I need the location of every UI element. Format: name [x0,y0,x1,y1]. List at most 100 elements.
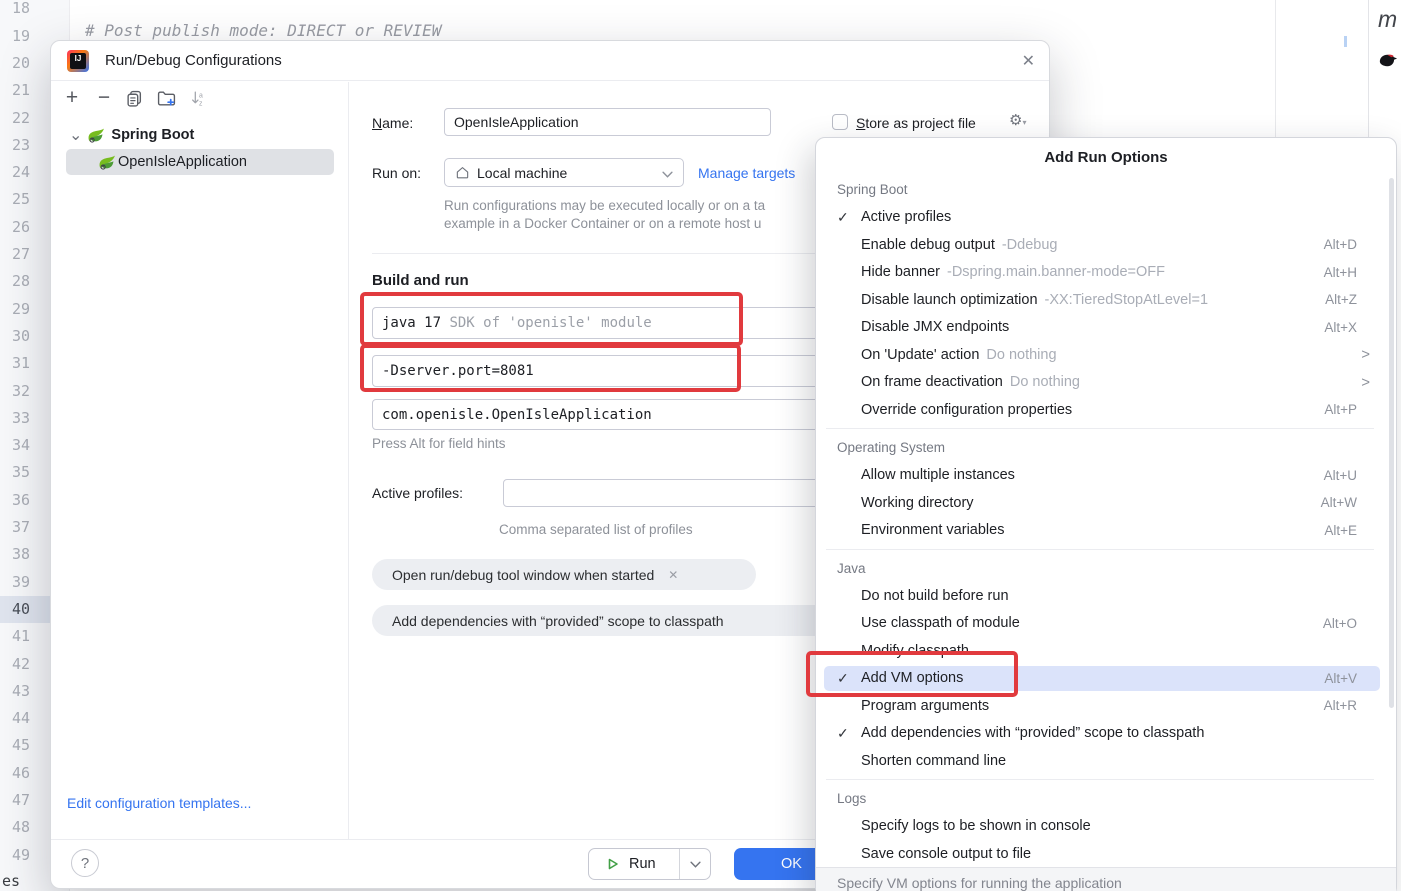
line-number: 23 [0,132,30,159]
menu-item-on-update-action[interactable]: On 'Update' action Do nothing > [816,341,1396,369]
line-number: 35 [0,459,30,486]
new-folder-icon[interactable] [155,87,177,109]
annotation-box-jdk-field [360,292,743,346]
menu-item-hide-banner[interactable]: Hide banner -Dspring.main.banner-mode=OFF… [816,259,1396,287]
main-class-value: com.openisle.OpenIsleApplication [382,407,652,423]
run-on-label: Run on: [372,165,421,181]
menu-item-enable-debug-output[interactable]: Enable debug output-DdebugAlt+D [816,231,1396,259]
remove-tag-icon[interactable]: ✕ [668,568,678,582]
menu-item-shorten-command-line[interactable]: Shorten command line [816,747,1396,775]
line-number: 28 [0,268,30,295]
popup-menu-list: Spring Boot✓Active profilesEnable debug … [816,176,1396,868]
menu-item-working-directory[interactable]: Working directoryAlt+W [816,489,1396,517]
menu-separator [816,544,1396,555]
annotation-box-vm-options-field [360,344,741,392]
tree-group-spring-boot[interactable]: ⌄ Spring Boot [69,122,194,148]
play-icon [606,857,620,871]
menu-item-disable-jmx-endpoints[interactable]: Disable JMX endpointsAlt+X [816,314,1396,342]
menu-item-label: Save console output to file [861,846,1031,862]
menu-item-label: Override configuration properties [861,402,1072,418]
checkmark-icon: ✓ [837,209,849,226]
menu-item-shortcut: Alt+U [1324,468,1357,483]
screen: 1819202122232425262728293031323334353637… [0,0,1401,891]
line-number: 22 [0,105,30,132]
gear-icon[interactable]: ⚙▾ [1009,111,1026,129]
line-number: 41 [0,623,30,650]
line-number: 20 [0,50,30,77]
menu-section-operating-system: Operating System [816,434,1396,462]
menu-item-save-console-output-to-file[interactable]: Save console output to file [816,840,1396,868]
add-run-options-popup: Add Run Options Spring Boot✓Active profi… [815,137,1397,891]
checkmark-icon: ✓ [837,725,849,742]
tag-open-run-tool-window[interactable]: Open run/debug tool window when started … [372,559,756,590]
line-number: 31 [0,350,30,377]
manage-targets-link[interactable]: Manage targets [698,165,795,181]
run-button[interactable]: Run [588,848,711,880]
submenu-arrow-icon: > [1361,346,1370,363]
copy-configuration-icon[interactable] [123,87,145,109]
annotation-box-add-vm-options [806,651,1018,697]
popup-scrollbar[interactable] [1389,178,1394,708]
menu-item-shortcut: Alt+D [1324,237,1357,252]
menu-item-label: Do not build before run [861,588,1009,604]
menu-item-label: Add dependencies with “provided” scope t… [861,725,1204,741]
line-number: 43 [0,678,30,705]
svg-text:a: a [199,92,203,99]
line-number: 32 [0,378,30,405]
sort-alphabetically-icon[interactable]: az [187,87,209,109]
spring-boot-icon [99,154,116,171]
menu-item-hint: -Dspring.main.banner-mode=OFF [947,264,1165,280]
edit-configuration-templates-link[interactable]: Edit configuration templates... [67,795,251,811]
menu-item-label: Hide banner [861,264,940,280]
menu-item-disable-launch-optimization[interactable]: Disable launch optimization-XX:TieredSto… [816,286,1396,314]
dialog-title-bar: IJ Run/Debug Configurations ✕ [51,41,1049,81]
line-number: 46 [0,760,30,787]
profiles-hint: Comma separated list of profiles [499,522,693,537]
menu-item-use-classpath-of-module[interactable]: Use classpath of moduleAlt+O [816,610,1396,638]
menu-item-active-profiles[interactable]: ✓Active profiles [816,204,1396,232]
name-label: Name: [372,115,413,131]
menu-item-label: Working directory [861,495,974,511]
scrollbar-mark [1344,36,1347,47]
editor-text-fragment: es [2,872,20,890]
menu-item-label: Disable JMX endpoints [861,319,1009,335]
tree-item-openisleapplication[interactable]: OpenIsleApplication [66,149,334,175]
remove-configuration-button[interactable]: − [93,87,115,109]
menu-item-allow-multiple-instances[interactable]: Allow multiple instancesAlt+U [816,462,1396,490]
menu-item-environment-variables[interactable]: Environment variablesAlt+E [816,517,1396,545]
run-on-help-line1: Run configurations may be executed local… [444,198,765,213]
menu-item-add-dependencies-with-provided-scope-to-classpath[interactable]: ✓ Add dependencies with “provided” scope … [816,720,1396,748]
line-number: 49 [0,842,30,869]
add-configuration-button[interactable]: + [61,87,83,109]
menu-item-hint: Do nothing [986,347,1056,363]
store-as-project-file-checkbox[interactable] [832,114,848,130]
menu-item-override-configuration-properties[interactable]: Override configuration properties Alt+P [816,396,1396,424]
help-button[interactable]: ? [71,849,99,877]
chevron-down-icon[interactable] [680,861,710,868]
menu-item-specify-logs-to-be-shown-in-console[interactable]: Specify logs to be shown in console [816,813,1396,841]
menu-section-java: Java [816,555,1396,583]
menu-item-hint: Do nothing [1010,374,1080,390]
line-number: 26 [0,214,30,241]
close-icon[interactable]: ✕ [1022,51,1035,71]
name-input[interactable]: OpenIsleApplication [444,108,771,136]
menu-item-label: Shorten command line [861,753,1006,769]
panel-divider [348,82,349,839]
chevron-down-icon[interactable]: ⌄ [69,125,82,145]
menu-item-shortcut: Alt+P [1324,402,1357,417]
line-number: 48 [0,814,30,841]
home-icon [455,165,470,180]
dialog-title: Run/Debug Configurations [105,52,282,69]
line-number: 47 [0,787,30,814]
menu-item-do-not-build-before-run[interactable]: Do not build before run [816,582,1396,610]
line-number: 45 [0,732,30,759]
run-on-select[interactable]: Local machine [444,158,684,187]
line-number: 36 [0,487,30,514]
menu-item-label: On 'Update' action [861,347,979,363]
line-number: 44 [0,705,30,732]
store-as-project-file-label: Store as project file [856,115,976,131]
submenu-arrow-icon: > [1361,374,1370,391]
menu-item-shortcut: Alt+Z [1325,292,1357,307]
menu-item-on-frame-deactivation[interactable]: On frame deactivationDo nothing> [816,369,1396,397]
chevron-down-icon [662,165,673,181]
